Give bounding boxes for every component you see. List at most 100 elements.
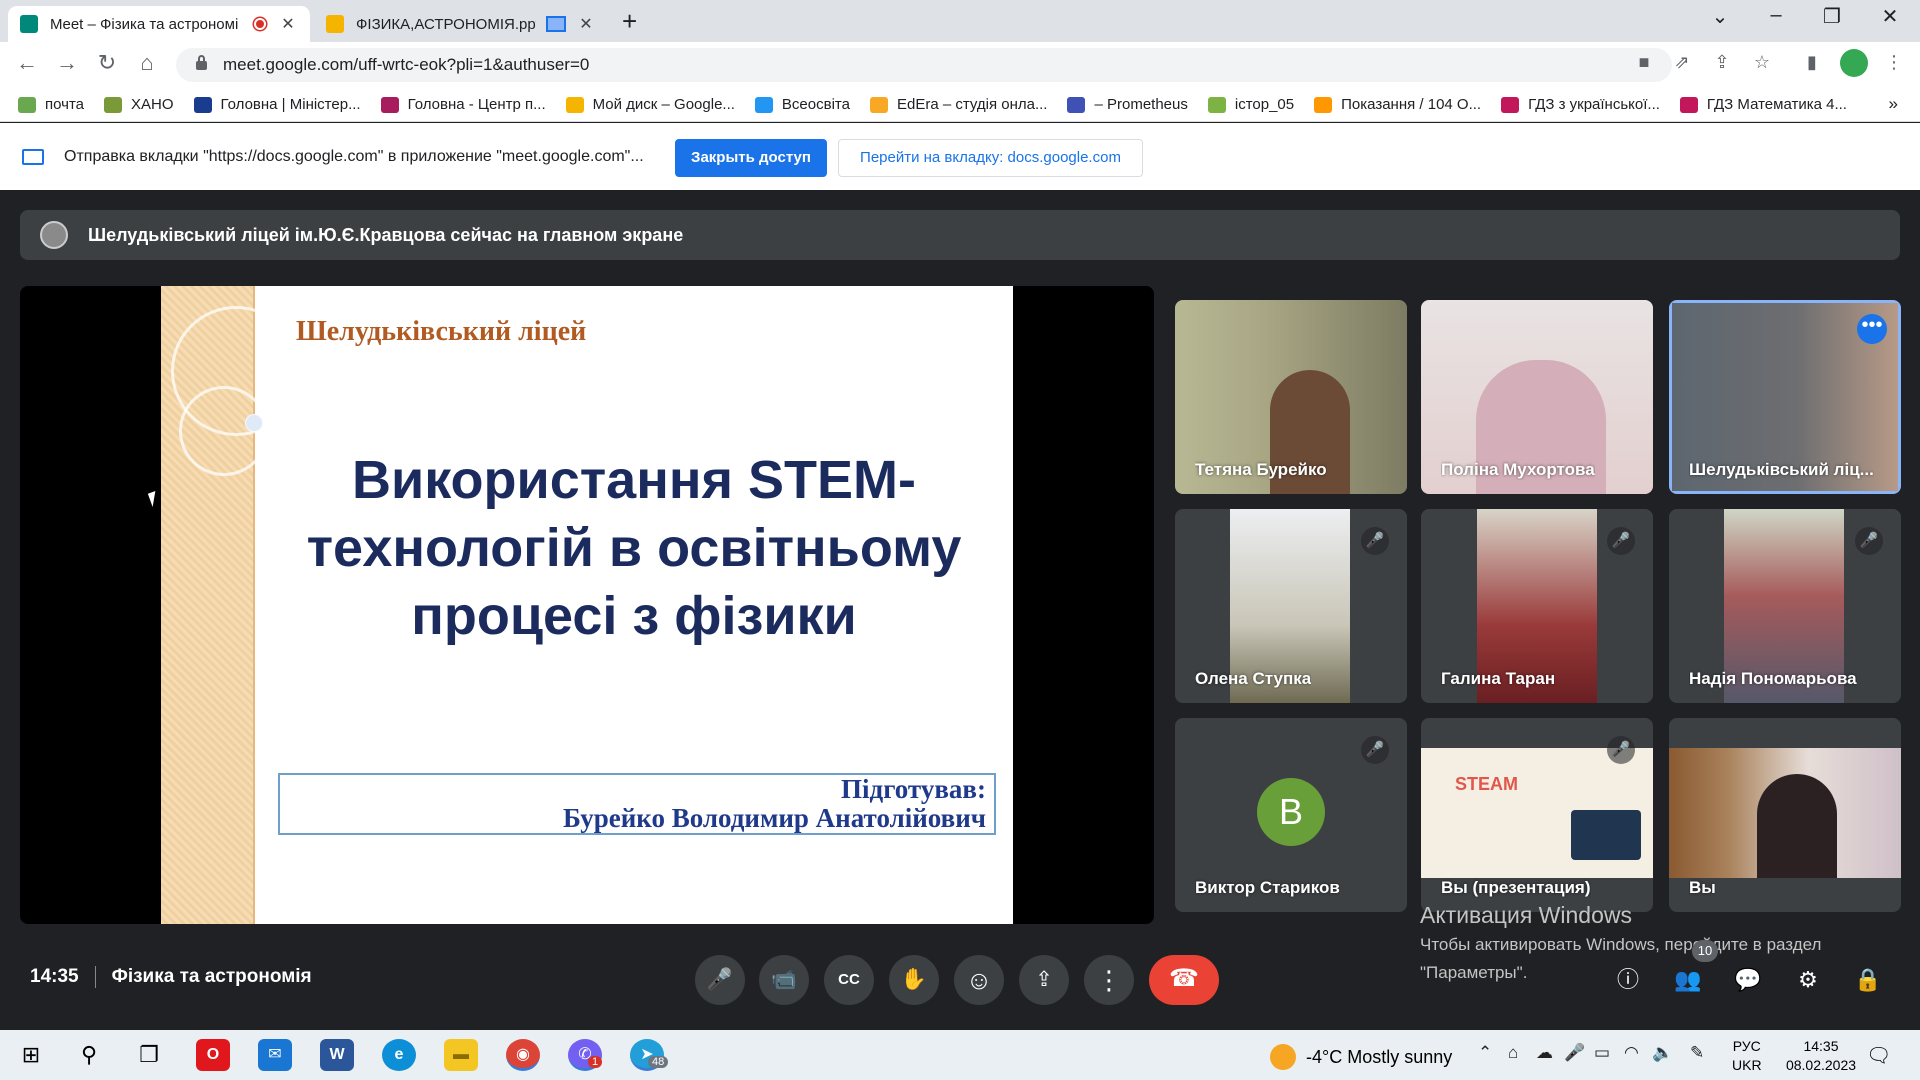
people-count-badge: 10	[1692, 940, 1718, 962]
bookmark-item[interactable]: Показання / 104 О...	[1314, 96, 1481, 113]
activities-button[interactable]: ⚙	[1788, 960, 1828, 1000]
file-explorer-icon[interactable]: ▬	[444, 1039, 478, 1071]
notifications-icon[interactable]: 🗨	[1866, 1043, 1891, 1068]
tab-meet[interactable]: Meet – Фізика та астрономі ✕	[8, 6, 310, 42]
tab-slides[interactable]: ФІЗИКА,АСТРОНОМІЯ.pptx ✕	[314, 6, 608, 42]
word-icon[interactable]: W	[320, 1039, 354, 1071]
presentation-banner: Шелудьківський ліцей ім.Ю.Є.Кравцова сей…	[20, 210, 1900, 260]
participant-name: Надія Пономарьова	[1689, 669, 1857, 688]
participant-tile[interactable]: 🎤 Олена Ступка	[1175, 509, 1407, 703]
home-button[interactable]: ⌂	[132, 50, 162, 76]
new-tab-button[interactable]: +	[622, 6, 637, 37]
maximize-button[interactable]: ❐	[1814, 4, 1850, 29]
mic-off-icon: 🎤	[1361, 527, 1389, 555]
bookmark-item[interactable]: – Prometheus	[1067, 96, 1188, 113]
windows-taskbar: ⊞ ⚲ ❐ O ✉ W e ▬ ◉ ✆ 1 ➤ 48 -4°C Mostly s…	[0, 1030, 1920, 1080]
pen-icon[interactable]: ✎	[1690, 1043, 1704, 1063]
switch-to-tab-button[interactable]: Перейти на вкладку: docs.google.com	[838, 139, 1143, 177]
onedrive-icon[interactable]: ☁	[1536, 1043, 1553, 1063]
stop-sharing-button[interactable]: Закрыть доступ	[675, 139, 827, 177]
bookmark-label: ГДЗ Математика 4...	[1706, 96, 1847, 113]
opera-icon[interactable]: O	[196, 1039, 230, 1071]
captions-button[interactable]: CC	[824, 955, 874, 1005]
bookmarks-more-button[interactable]: »	[1889, 94, 1898, 114]
chat-button[interactable]: 💬	[1728, 960, 1768, 1000]
tab-close-icon[interactable]: ✕	[278, 14, 298, 34]
mic-button[interactable]: 🎤	[695, 955, 745, 1005]
leave-call-button[interactable]: ☎	[1149, 955, 1219, 1005]
chrome-icon[interactable]: ◉	[506, 1039, 540, 1071]
tab-search-button[interactable]: ⌄	[1702, 4, 1738, 29]
participant-name: Поліна Мухортова	[1441, 460, 1595, 479]
host-controls-button[interactable]: 🔒	[1848, 960, 1888, 1000]
participant-tile[interactable]: Вы	[1669, 718, 1901, 912]
side-panel-icon[interactable]: ▮	[1798, 52, 1826, 73]
participant-tile[interactable]: ••• Шелудьківський ліц...	[1669, 300, 1901, 494]
bookmark-item[interactable]: ГДЗ з української...	[1501, 96, 1660, 113]
edge-icon[interactable]: e	[382, 1039, 416, 1071]
minimize-button[interactable]: –	[1758, 4, 1794, 27]
camera-button[interactable]: 📹	[759, 955, 809, 1005]
raise-hand-button[interactable]: ✋	[889, 955, 939, 1005]
tab-strip: Meet – Фізика та астрономі ✕ ФІЗИКА,АСТР…	[0, 0, 1920, 42]
start-button[interactable]: ⊞	[14, 1039, 48, 1071]
participant-tile[interactable]: Тетяна Бурейко	[1175, 300, 1407, 494]
taskbar-clock[interactable]: 14:35 08.02.2023	[1776, 1037, 1866, 1075]
back-button[interactable]: ←	[12, 50, 42, 76]
profile-avatar[interactable]	[1840, 49, 1868, 77]
more-options-button[interactable]: •••	[1857, 314, 1887, 344]
presenter-avatar	[40, 221, 68, 249]
people-button[interactable]: 👥	[1668, 960, 1708, 1000]
bookmark-item[interactable]: істор_05	[1207, 96, 1294, 113]
slide-decor-bead	[245, 414, 263, 432]
recording-icon	[254, 18, 266, 30]
bookmark-item[interactable]: ХАНО	[104, 96, 174, 113]
present-button[interactable]: ⇪	[1019, 955, 1069, 1005]
forward-button[interactable]: →	[52, 50, 82, 76]
bookmark-icon	[1207, 96, 1226, 113]
participant-tile[interactable]: 🎤 Надія Пономарьова	[1669, 509, 1901, 703]
open-in-icon[interactable]: ⇗	[1668, 52, 1696, 73]
tray-expand-icon[interactable]: ⌃	[1478, 1043, 1492, 1063]
close-window-button[interactable]: ✕	[1872, 4, 1908, 29]
main-stage[interactable]: Шелудьківський ліцей Використання STEM- …	[20, 286, 1154, 924]
language-indicator[interactable]: РУС UKR	[1732, 1037, 1762, 1075]
battery-icon[interactable]: ▭	[1594, 1043, 1610, 1063]
bookmark-star-icon[interactable]: ☆	[1748, 52, 1776, 73]
bookmark-item[interactable]: почта	[18, 96, 84, 113]
participant-tile[interactable]: Поліна Мухортова	[1421, 300, 1653, 494]
menu-icon[interactable]: ⋮	[1880, 52, 1908, 73]
meeting-details-button[interactable]: ⓘ	[1608, 960, 1648, 1000]
cast-icon	[22, 148, 44, 165]
bookmark-icon	[104, 96, 122, 113]
meeting-time: 14:35	[30, 966, 79, 987]
reload-button[interactable]: ↻	[92, 50, 122, 76]
bookmark-item[interactable]: Головна | Міністер...	[193, 96, 361, 113]
task-view-button[interactable]: ❐	[132, 1039, 166, 1071]
bookmark-item[interactable]: Всеосвіта	[754, 96, 850, 113]
more-options-button[interactable]: ⋮	[1084, 955, 1134, 1005]
participant-tile[interactable]: B 🎤 Виктор Стариков	[1175, 718, 1407, 912]
reactions-button[interactable]: ☺	[954, 955, 1004, 1005]
participant-tile[interactable]: STEAM 🎤 Вы (презентация)	[1421, 718, 1653, 912]
bookmark-item[interactable]: Головна - Центр п...	[380, 96, 546, 113]
viber-badge: 1	[588, 1056, 603, 1068]
camera-icon[interactable]: ■	[1630, 52, 1658, 73]
bookmark-item[interactable]: EdEra – студія онла...	[869, 96, 1047, 113]
mail-icon[interactable]: ✉	[258, 1039, 292, 1071]
bookmark-item[interactable]: ГДЗ Математика 4...	[1679, 96, 1847, 113]
weather-widget[interactable]: -4°C Mostly sunny	[1270, 1044, 1452, 1070]
wifi-icon[interactable]: ◠	[1624, 1043, 1639, 1063]
meet-favicon-icon	[20, 15, 38, 33]
search-button[interactable]: ⚲	[72, 1039, 106, 1071]
bookmark-item[interactable]: Мой диск – Google...	[565, 96, 735, 113]
presenting-icon	[546, 16, 566, 32]
address-bar[interactable]: meet.google.com/uff-wrtc-eok?pli=1&authu…	[176, 48, 1672, 82]
volume-icon[interactable]: 🔈	[1652, 1043, 1673, 1063]
bookmark-icon	[1067, 96, 1086, 113]
share-icon[interactable]: ⇪	[1708, 52, 1736, 73]
tab-close-icon[interactable]: ✕	[576, 14, 596, 34]
participant-tile[interactable]: 🎤 Галина Таран	[1421, 509, 1653, 703]
microphone-icon[interactable]: 🎤	[1564, 1043, 1585, 1063]
tray-network-app-icon[interactable]: ⌂	[1508, 1043, 1518, 1063]
